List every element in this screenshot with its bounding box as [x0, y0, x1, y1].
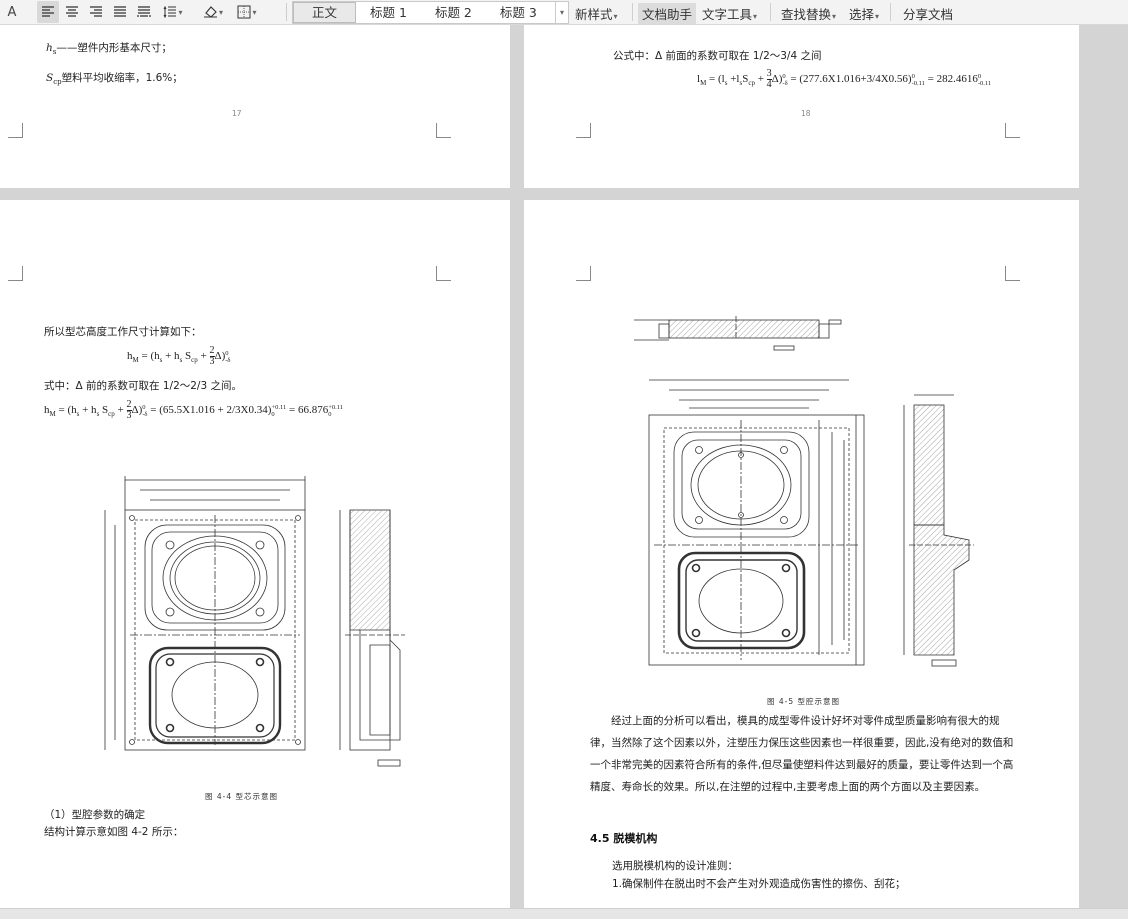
status-bar — [0, 908, 1128, 919]
style-normal[interactable]: 正文 — [293, 2, 357, 23]
body-line: 1.确保制件在脱出时不会产生对外观造成伤害性的擦伤、刮花； — [612, 878, 906, 890]
align-center-icon[interactable] — [61, 1, 83, 23]
variable-definition-hs: hs——塑件内形基本尺寸； — [46, 42, 172, 57]
variable-definition-scp: Scp塑料平均收缩率，1.6%； — [46, 72, 183, 87]
justify-icon[interactable] — [109, 1, 131, 23]
formula-lm: lM = (ls +lsScp + 3 4Δ)0 -δ = (277.6X1.016… — [697, 68, 992, 90]
text-tools-button[interactable]: 文字工具▾ — [702, 4, 757, 23]
coefficient-note: 公式中：Δ 前面的系数可取在 1/2～3/4 之间 — [613, 50, 822, 62]
page-20: 图 4-5 型腔示意图 经过上面的分析可以看出，模具的成型零件设计好坏对零件成型… — [524, 200, 1079, 908]
select-button[interactable]: 选择▾ — [849, 4, 879, 23]
page-19: 所以型芯高度工作尺寸计算如下： hM = (hs + hs Scp + 2 3Δ)… — [0, 200, 510, 908]
margin-corner-mark — [8, 123, 23, 138]
body-paragraph: 经过上面的分析可以看出，模具的成型零件设计好坏对零件成型质量影响有很大的规律，当… — [590, 715, 1014, 793]
margin-corner-mark — [1005, 123, 1020, 138]
find-replace-button[interactable]: 查找替换▾ — [781, 4, 836, 23]
style-heading-2[interactable]: 标题 2 — [421, 2, 486, 23]
align-right-icon[interactable] — [85, 1, 107, 23]
ribbon-toolbar: A ▾ ▾ ▾ 正文 标题 1 标题 2 标题 3 ▾ 新样式▾ 文档助手 文字… — [0, 0, 1128, 25]
style-gallery: 正文 标题 1 标题 2 标题 3 ▾ — [292, 1, 569, 24]
margin-corner-mark — [436, 123, 451, 138]
margin-corner-mark — [8, 266, 23, 281]
toolbar-separator — [890, 3, 891, 21]
formula-hm-calculation: hM = (hs + hs Scp + 2 3Δ)0 -δ = (65.5X1.01… — [44, 399, 344, 421]
section-item: （1）型腔参数的确定 — [44, 809, 146, 821]
margin-corner-mark — [576, 266, 591, 281]
section-item: 结构计算示意如图 4-2 所示： — [44, 826, 184, 838]
page-18: 公式中：Δ 前面的系数可取在 1/2～3/4 之间 lM = (ls +lsSc… — [524, 25, 1079, 188]
toolbar-separator — [286, 3, 287, 21]
style-heading-1[interactable]: 标题 1 — [356, 2, 421, 23]
toolbar-separator — [770, 3, 771, 21]
toolbar-separator — [632, 3, 633, 21]
page-17: hs——塑件内形基本尺寸； Scp塑料平均收缩率，1.6%； 17 — [0, 25, 510, 188]
page-number: 17 — [232, 109, 242, 118]
margin-corner-mark — [576, 123, 591, 138]
body-line: 选用脱模机构的设计准则： — [612, 860, 738, 872]
cavity-drawing — [634, 316, 974, 667]
figure-caption: 图 4-5 型腔示意图 — [767, 697, 841, 706]
style-gallery-scroll[interactable]: ▾ — [555, 2, 568, 23]
margin-corner-mark — [1005, 266, 1020, 281]
align-left-icon[interactable] — [37, 1, 59, 23]
calculation-intro: 所以型芯高度工作尺寸计算如下： — [44, 326, 202, 338]
partial-icon[interactable]: A — [1, 1, 23, 23]
doc-assistant-button[interactable]: 文档助手 — [638, 3, 697, 24]
page-number: 18 — [801, 109, 811, 118]
figure-caption: 图 4-4 型芯示意图 — [205, 792, 279, 801]
margin-corner-mark — [436, 266, 451, 281]
share-document-button[interactable]: 分享文档 — [903, 4, 953, 23]
formula-hm: hM = (hs + hs Scp + 2 3Δ)0 -δ — [127, 345, 231, 367]
style-heading-3[interactable]: 标题 3 — [486, 2, 551, 23]
core-drawing — [104, 476, 405, 767]
line-spacing-icon[interactable]: ▾ — [159, 1, 187, 23]
distributed-align-icon[interactable] — [133, 1, 155, 23]
border-icon[interactable]: ▾ — [233, 1, 261, 23]
shading-icon[interactable]: ▾ — [199, 1, 227, 23]
section-heading: 4.5 脱模机构 — [590, 832, 658, 845]
new-style-button[interactable]: 新样式▾ — [575, 4, 618, 23]
coefficient-note: 式中：Δ 前的系数可取在 1/2～2/3 之间。 — [44, 380, 242, 392]
